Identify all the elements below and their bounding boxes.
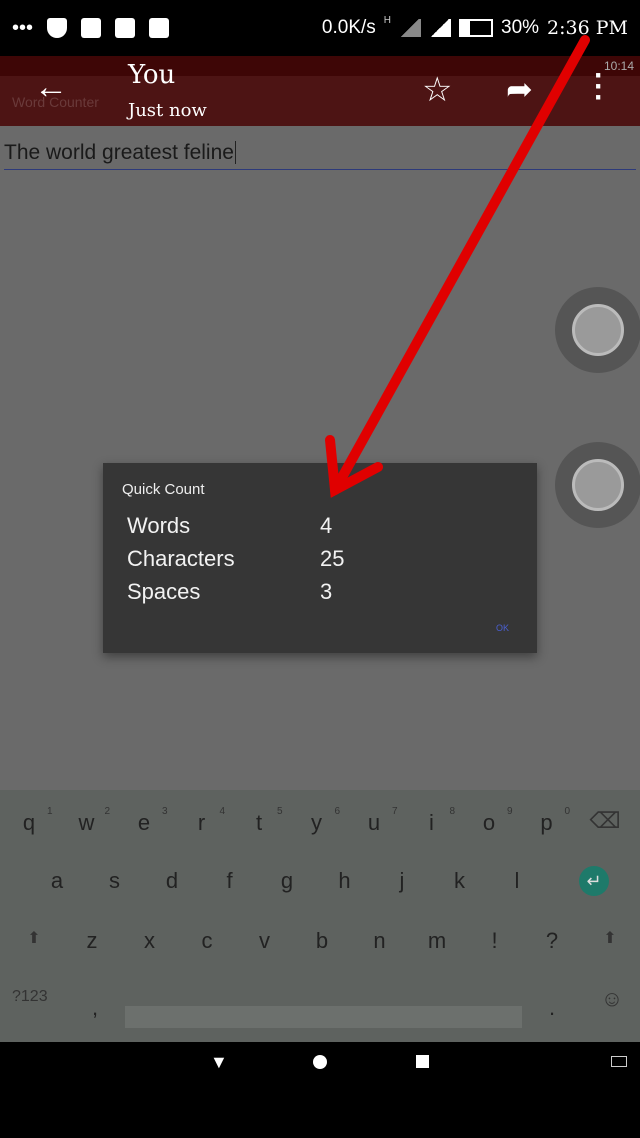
keyboard-nav-icon[interactable] [611,1056,627,1067]
navigation-bar: ▼ [0,1042,640,1138]
home-nav-icon[interactable] [313,1055,327,1069]
recents-nav-icon[interactable] [416,1055,429,1068]
back-nav-icon[interactable]: ▼ [210,1052,228,1073]
red-arrow-annotation [325,35,590,498]
